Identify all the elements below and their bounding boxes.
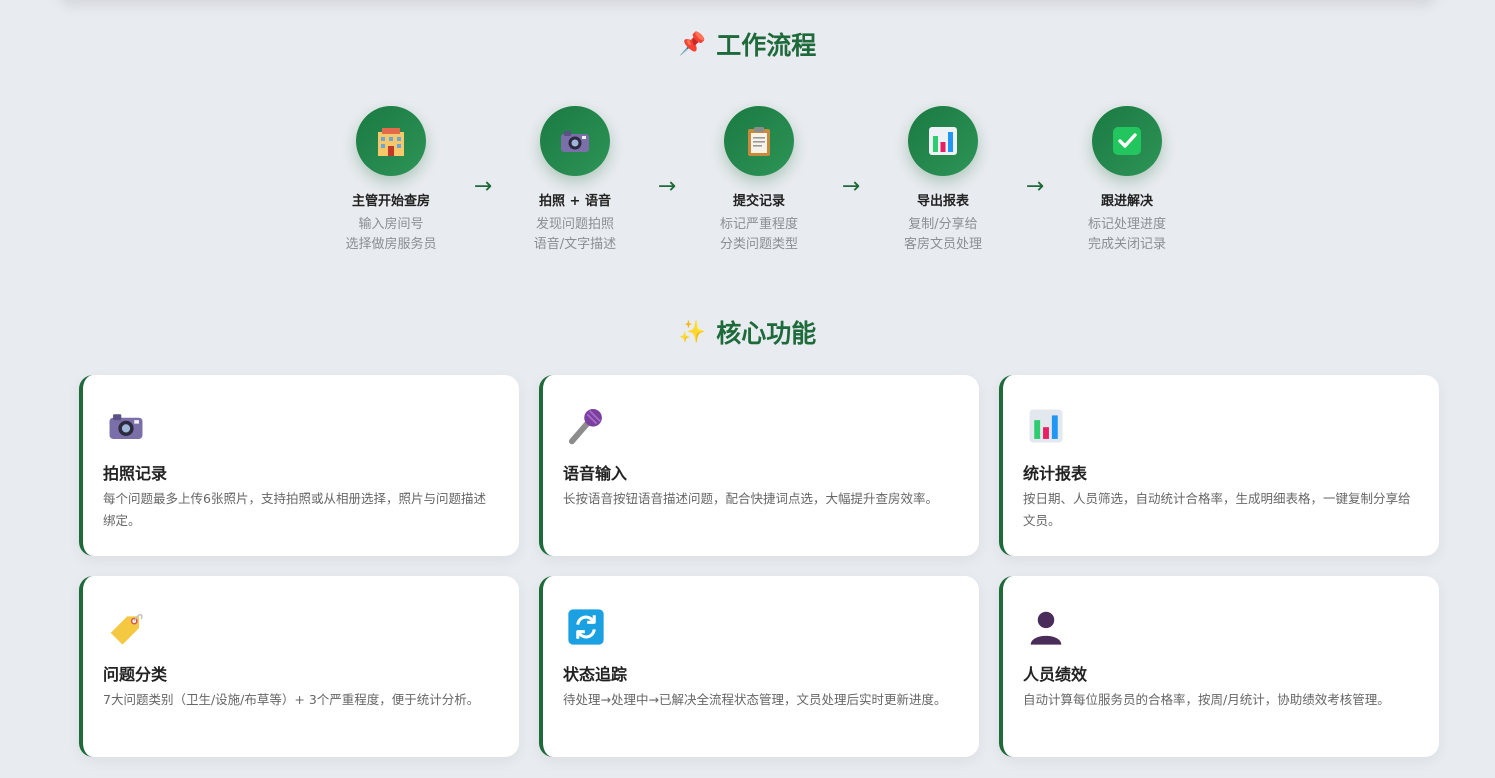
workflow-step-2: 拍照 + 语音 发现问题拍照 语音/文字描述: [495, 106, 655, 255]
page: 📌 工作流程 主管开始查房 输入房间号 选择做房服务员 → 拍照 + 语音 发现…: [0, 0, 1495, 778]
card-title: 状态追踪: [563, 665, 628, 684]
card-description: 待处理→处理中→已解决全流程状态管理，文员处理后实时更新进度。: [563, 692, 947, 707]
step-title: 导出报表: [916, 194, 969, 209]
step-desc-line: 分类问题类型: [719, 237, 798, 252]
workflow-title-text: 工作流程: [716, 31, 817, 60]
workflow-step-3: 提交记录 标记严重程度 分类问题类型: [679, 106, 839, 255]
feature-card-performance: 人员绩效 自动计算每位服务员的合格率，按周/月统计，协助绩效考核管理。: [999, 576, 1439, 757]
step-description: 发现问题拍照 语音/文字描述: [495, 215, 655, 255]
feature-card-report: 统计报表 按日期、人员筛选，自动统计合格率，生成明细表格，一键复制分享给文员。: [999, 375, 1439, 556]
clipboard-icon: [748, 127, 770, 156]
card-icon-wrap: [565, 606, 607, 648]
hotel-icon: [378, 128, 404, 156]
card-description: 长按语音按钮语音描述问题，配合快捷词点选，大幅提升查房效率。: [563, 491, 939, 506]
features-title-text: 核心功能: [716, 319, 817, 348]
microphone-icon: [568, 408, 602, 445]
person-icon: [1030, 611, 1062, 645]
feature-card-voice: 语音输入 长按语音按钮语音描述问题，配合快捷词点选，大幅提升查房效率。: [539, 375, 979, 556]
step-description: 输入房间号 选择做房服务员: [311, 215, 471, 255]
step-title: 跟进解决: [1100, 194, 1153, 209]
card-description: 自动计算每位服务员的合格率，按周/月统计，协助绩效考核管理。: [1023, 692, 1390, 707]
card-description: 每个问题最多上传6张照片，支持拍照或从相册选择，照片与问题描述绑定。: [103, 491, 486, 528]
flow-arrow: →: [473, 174, 493, 199]
step-desc-line: 选择做房服务员: [345, 237, 437, 252]
card-title: 统计报表: [1023, 464, 1088, 483]
card-icon-wrap: [565, 405, 607, 447]
camera-icon: [561, 131, 589, 152]
workflow-step-4: 导出报表 复制/分享给 客房文员处理: [863, 106, 1023, 255]
bar-chart-icon: [929, 127, 957, 155]
flow-arrow: →: [1025, 174, 1045, 199]
card-title: 问题分类: [103, 665, 168, 684]
step-desc-line: 发现问题拍照: [535, 217, 614, 232]
feature-card-status: 状态追踪 待处理→处理中→已解决全流程状态管理，文员处理后实时更新进度。: [539, 576, 979, 757]
camera-icon: [109, 414, 143, 439]
card-description: 7大问题类别（卫生/设施/布草等）+ 3个严重程度，便于统计分析。: [103, 692, 480, 707]
step-description: 复制/分享给 客房文员处理: [863, 215, 1023, 255]
step-desc-line: 标记处理进度: [1087, 217, 1166, 232]
step-desc-line: 语音/文字描述: [533, 237, 617, 252]
step-icon-circle: [356, 106, 426, 176]
step-desc-line: 客房文员处理: [903, 237, 982, 252]
flow-arrow: →: [657, 174, 677, 199]
pushpin-icon: 📌: [678, 31, 707, 57]
step-title: 提交记录: [732, 194, 785, 209]
sparkles-icon: ✨: [678, 319, 707, 345]
workflow-section-title: 📌 工作流程: [0, 26, 1495, 62]
card-icon-wrap: [1025, 405, 1067, 447]
card-title: 语音输入: [563, 464, 628, 483]
card-icon-wrap: [1025, 606, 1067, 648]
step-desc-line: 复制/分享给: [908, 217, 978, 232]
flow-arrow: →: [841, 174, 861, 199]
step-desc-line: 完成关闭记录: [1087, 237, 1166, 252]
workflow-steps: 主管开始查房 输入房间号 选择做房服务员 → 拍照 + 语音 发现问题拍照 语音…: [0, 106, 1495, 266]
feature-card-category: 问题分类 7大问题类别（卫生/设施/布草等）+ 3个严重程度，便于统计分析。: [79, 576, 519, 757]
card-title: 拍照记录: [103, 464, 168, 483]
step-title: 主管开始查房: [351, 194, 430, 209]
card-title: 人员绩效: [1023, 665, 1088, 684]
step-icon-circle: [724, 106, 794, 176]
step-desc-line: 输入房间号: [358, 217, 424, 232]
refresh-icon: [568, 609, 604, 645]
step-desc-line: 标记严重程度: [719, 217, 798, 232]
features-section-title: ✨ 核心功能: [0, 314, 1495, 350]
workflow-step-1: 主管开始查房 输入房间号 选择做房服务员: [311, 106, 471, 255]
tag-icon: [110, 613, 143, 645]
workflow-step-5: 跟进解决 标记处理进度 完成关闭记录: [1047, 106, 1207, 255]
card-icon-wrap: [105, 606, 147, 648]
step-description: 标记处理进度 完成关闭记录: [1047, 215, 1207, 255]
card-icon-wrap: [105, 405, 147, 447]
step-icon-circle: [540, 106, 610, 176]
feature-card-photo: 拍照记录 每个问题最多上传6张照片，支持拍照或从相册选择，照片与问题描述绑定。: [79, 375, 519, 556]
step-title: 拍照 + 语音: [539, 194, 611, 209]
step-icon-circle: [1092, 106, 1162, 176]
step-description: 标记严重程度 分类问题类型: [679, 215, 839, 255]
card-description: 按日期、人员筛选，自动统计合格率，生成明细表格，一键复制分享给文员。: [1023, 491, 1411, 528]
checkmark-icon: [1113, 127, 1141, 155]
bar-chart-icon: [1029, 409, 1063, 443]
step-icon-circle: [908, 106, 978, 176]
